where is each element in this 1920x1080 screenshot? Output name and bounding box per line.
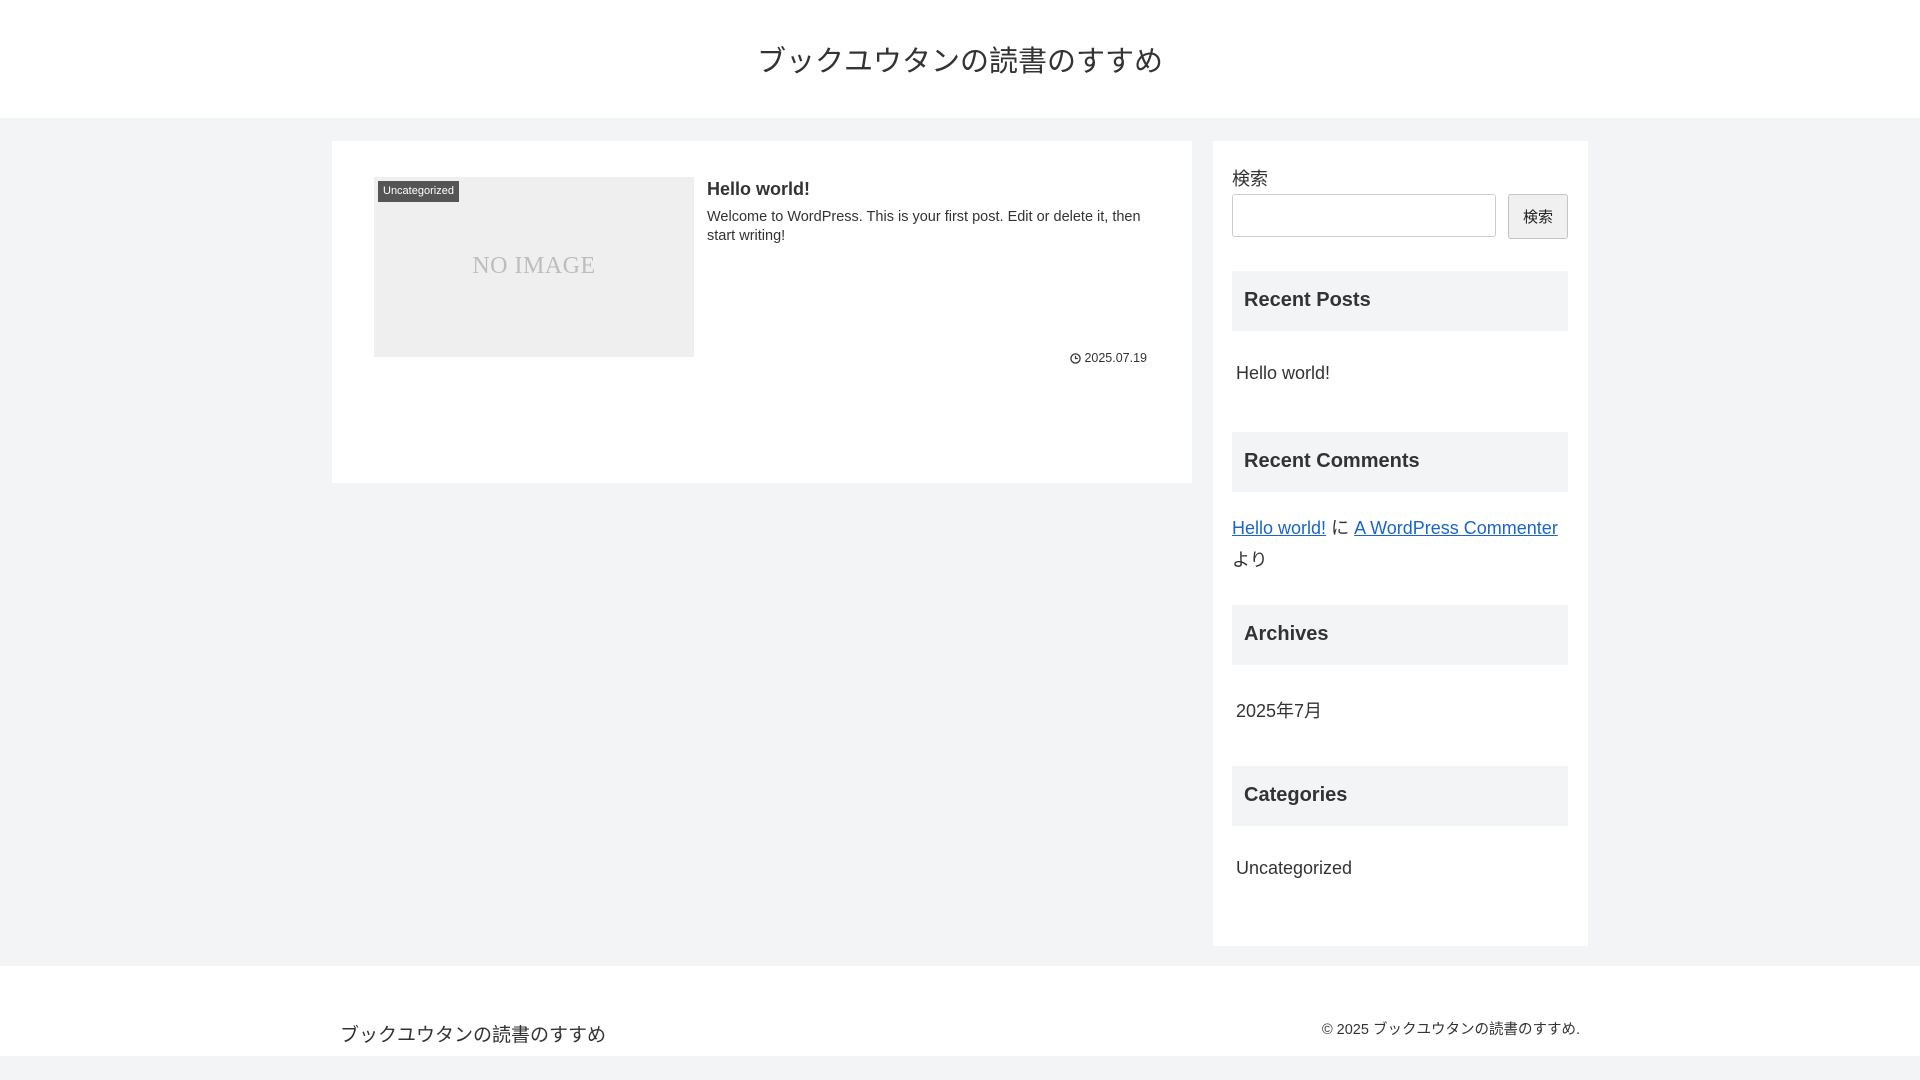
- copyright-text: © 2025 ブックユウタンの読書のすすめ.: [1321, 1022, 1580, 1038]
- archives-heading-box: Archives: [1232, 605, 1568, 665]
- categories-heading: Categories: [1244, 784, 1348, 806]
- recent-post-link[interactable]: Hello world!: [1236, 363, 1330, 384]
- footer-site-title[interactable]: ブックユウタンの読書のすすめ: [340, 1020, 606, 1047]
- comment-connector: に: [1331, 518, 1350, 538]
- post-date: 2025.07.19: [1070, 351, 1147, 365]
- comment-author-link[interactable]: A WordPress Commenter: [1354, 518, 1558, 538]
- recent-comments-heading: Recent Comments: [1244, 450, 1420, 472]
- post-date-text: 2025.07.19: [1084, 351, 1147, 365]
- clock-icon: [1070, 352, 1082, 364]
- site-title[interactable]: ブックユウタンの読書のすすめ: [0, 44, 1920, 80]
- main-content: NO IMAGE Uncategorized Hello world! Welc…: [332, 141, 1192, 483]
- comment-post-link[interactable]: Hello world!: [1232, 518, 1326, 538]
- recent-posts-heading: Recent Posts: [1244, 289, 1371, 311]
- search-button[interactable]: 検索: [1508, 194, 1568, 239]
- category-link[interactable]: Uncategorized: [1236, 858, 1352, 879]
- comment-suffix: より: [1232, 550, 1268, 570]
- post-title[interactable]: Hello world!: [707, 177, 810, 201]
- no-image-placeholder: NO IMAGE: [472, 253, 596, 279]
- site-footer: ブックユウタンの読書のすすめ © 2025 ブックユウタンの読書のすすめ.: [0, 966, 1920, 1056]
- site-header: ブックユウタンの読書のすすめ: [0, 0, 1920, 118]
- search-label: 検索: [1232, 169, 1268, 189]
- category-badge: Uncategorized: [378, 181, 459, 202]
- recent-posts-heading-box: Recent Posts: [1232, 271, 1568, 331]
- archive-link[interactable]: 2025年7月: [1236, 697, 1322, 723]
- post-card[interactable]: NO IMAGE Uncategorized Hello world! Welc…: [374, 177, 1149, 365]
- archives-heading: Archives: [1244, 623, 1329, 645]
- recent-comment-item: Hello world! に A WordPress Commenter より: [1232, 512, 1572, 576]
- categories-heading-box: Categories: [1232, 766, 1568, 826]
- post-snippet: Welcome to WordPress. This is your first…: [707, 209, 1141, 244]
- recent-comments-heading-box: Recent Comments: [1232, 432, 1568, 492]
- sidebar: 検索 検索 Recent Posts Hello world! Recent C…: [1213, 141, 1588, 946]
- post-thumbnail[interactable]: NO IMAGE Uncategorized: [374, 177, 694, 357]
- search-input[interactable]: [1232, 194, 1496, 237]
